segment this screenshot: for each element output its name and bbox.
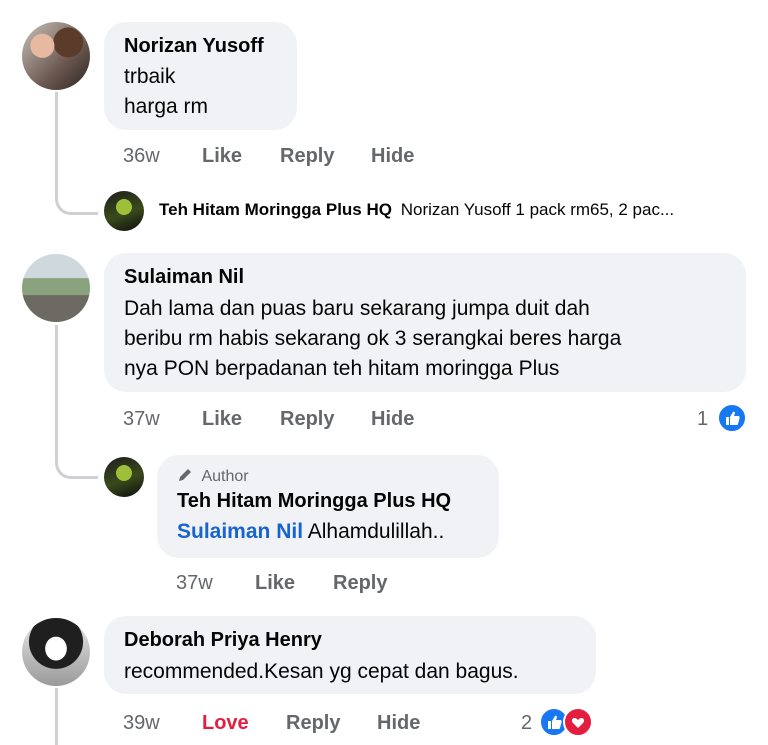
comment-author[interactable]: Sulaiman Nil	[124, 266, 244, 289]
comment-author[interactable]: Deborah Priya Henry	[124, 629, 322, 652]
like-button[interactable]: Like	[202, 145, 242, 168]
reply-preview[interactable]: Teh Hitam Moringga Plus HQ Norizan Yusof…	[159, 200, 674, 220]
thread-curve	[55, 452, 98, 479]
thread-line	[55, 92, 58, 192]
comment-text-line: beribu rm habis sekarang ok 3 serangkai …	[124, 327, 622, 350]
comment-text-line: recommended.Kesan yg cepat dan bagus.	[124, 660, 519, 683]
thread-line	[55, 325, 58, 455]
reply-button[interactable]: Reply	[280, 408, 334, 431]
comment-bubble: Norizan Yusoff trbaik harga rm	[104, 22, 297, 130]
reply-time[interactable]: 37w	[176, 572, 213, 595]
comment-text-line: nya PON berpadanan teh hitam moringga Pl…	[124, 357, 560, 380]
author-badge-label: Author	[201, 468, 249, 485]
page-avatar[interactable]	[104, 457, 144, 497]
love-button[interactable]: Love	[202, 712, 249, 735]
reply-button[interactable]: Reply	[280, 145, 334, 168]
comment-text-line: harga rm	[124, 95, 209, 118]
like-button[interactable]: Like	[202, 408, 242, 431]
comment-time[interactable]: 37w	[123, 408, 160, 431]
reply-bubble: Author Teh Hitam Moringga Plus HQ Sulaim…	[157, 455, 499, 558]
comment-bubble: Sulaiman Nil Dah lama dan puas baru seka…	[104, 253, 746, 392]
mention-link[interactable]: Sulaiman Nil	[177, 520, 303, 543]
comment-text-line: trbaik	[124, 65, 176, 88]
reply-author[interactable]: Teh Hitam Moringga Plus HQ	[159, 200, 392, 219]
love-reaction-icon[interactable]	[563, 707, 593, 737]
reply-button[interactable]: Reply	[333, 572, 387, 595]
reaction-count[interactable]: 1	[697, 408, 708, 431]
comment-author[interactable]: Norizan Yusoff	[124, 35, 264, 58]
author-badge: Author	[177, 467, 249, 488]
thread-curve	[55, 188, 98, 215]
like-button[interactable]: Like	[255, 572, 295, 595]
avatar[interactable]	[22, 22, 90, 90]
reply-button[interactable]: Reply	[286, 712, 340, 735]
reply-author[interactable]: Teh Hitam Moringga Plus HQ	[177, 490, 451, 513]
reply-text: Sulaiman Nil Alhamdulillah..	[177, 517, 444, 547]
avatar[interactable]	[22, 618, 90, 686]
comment-time[interactable]: 39w	[123, 712, 160, 735]
hide-button[interactable]: Hide	[377, 712, 420, 735]
comment-time[interactable]: 36w	[123, 145, 160, 168]
reply-preview-text: Norizan Yusoff 1 pack rm65, 2 pac...	[400, 200, 675, 219]
hide-button[interactable]: Hide	[371, 145, 414, 168]
thread-line	[55, 688, 58, 745]
comment-bubble: Deborah Priya Henry recommended.Kesan yg…	[104, 616, 596, 694]
hide-button[interactable]: Hide	[371, 408, 414, 431]
pencil-icon	[177, 467, 193, 488]
like-reaction-icon[interactable]	[717, 403, 747, 433]
comment-text-line: Dah lama dan puas baru sekarang jumpa du…	[124, 297, 590, 320]
avatar[interactable]	[22, 254, 90, 322]
page-avatar[interactable]	[104, 191, 144, 231]
reaction-count[interactable]: 2	[521, 712, 532, 735]
reply-text-body: Alhamdulillah..	[307, 520, 445, 543]
